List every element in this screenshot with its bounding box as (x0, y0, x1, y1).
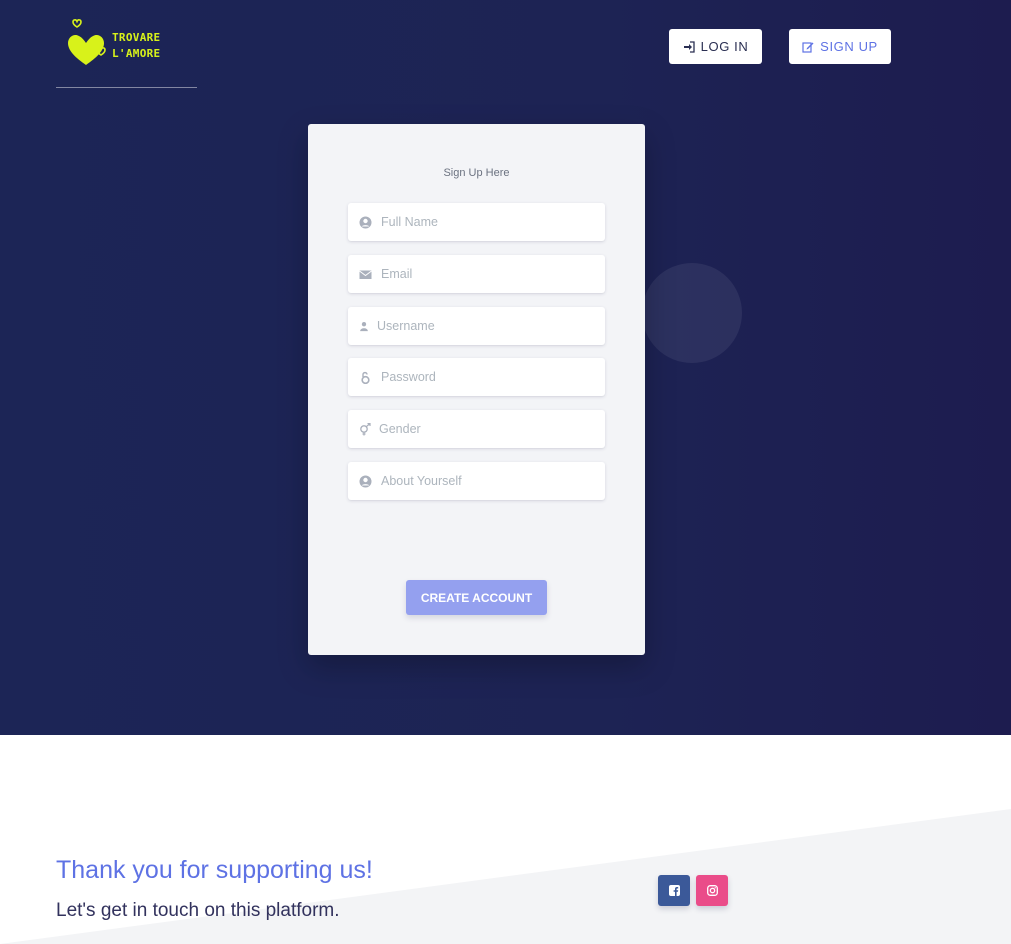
footer-heading: Thank you for supporting us! (56, 856, 373, 884)
signup-button[interactable]: SIGN UP (789, 29, 891, 64)
gender-input[interactable] (379, 422, 589, 436)
gender-icon (360, 422, 371, 435)
email-input[interactable] (381, 267, 591, 281)
password-input[interactable] (381, 370, 591, 384)
brand-line-2: L'AMORE (112, 47, 161, 60)
sign-in-icon (683, 40, 695, 53)
full-name-field[interactable] (348, 203, 605, 241)
footer: Thank you for supporting us! Let's get i… (0, 735, 1011, 944)
brand-logo[interactable]: TROVARE L'AMORE (66, 18, 206, 72)
footer-subheading: Let's get in touch on this platform. (56, 900, 340, 921)
facebook-icon (668, 885, 680, 896)
user-icon (360, 321, 368, 331)
facebook-button[interactable] (658, 875, 690, 906)
username-input[interactable] (377, 319, 587, 333)
user-circle-icon (359, 475, 372, 487)
edit-icon (802, 41, 814, 53)
brand-name: TROVARE L'AMORE (112, 30, 160, 62)
signup-card: Sign Up Here Full Name Email Username Ge… (308, 124, 645, 655)
signup-title: Sign Up Here (443, 167, 510, 179)
hero-section: TROVARE L'AMORE LOG IN SIGN UP Sign Up H… (0, 0, 1011, 735)
create-account-button[interactable]: CREATE ACCOUNT (406, 580, 547, 615)
envelope-icon (359, 270, 372, 279)
create-account-label: CREATE ACCOUNT (420, 590, 533, 605)
username-field[interactable] (348, 307, 605, 345)
password-field[interactable] (348, 358, 605, 396)
login-button[interactable]: LOG IN (669, 29, 762, 64)
signup-label: SIGN UP (820, 39, 878, 54)
about-yourself-field[interactable] (348, 462, 605, 500)
login-label: LOG IN (700, 39, 749, 54)
divider (56, 87, 197, 88)
user-circle-icon (359, 216, 372, 228)
decorative-circle (642, 263, 742, 363)
about-yourself-input[interactable] (381, 474, 591, 488)
hearts-logo-icon (68, 19, 106, 65)
instagram-icon (706, 885, 718, 896)
unlock-icon (361, 371, 370, 384)
full-name-input[interactable] (381, 215, 591, 229)
email-field[interactable] (348, 255, 605, 293)
gender-field[interactable] (348, 410, 605, 448)
instagram-button[interactable] (696, 875, 728, 906)
brand-line-1: TROVARE (112, 31, 161, 44)
